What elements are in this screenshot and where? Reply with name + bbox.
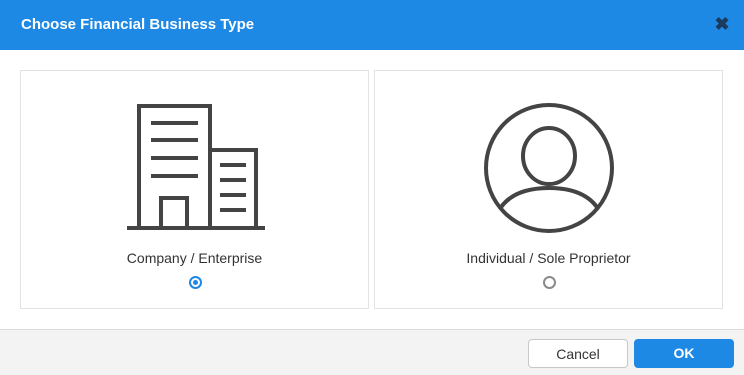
building-icon [127, 104, 265, 230]
individual-radio[interactable] [543, 276, 556, 289]
dialog-footer: Cancel OK [0, 329, 744, 375]
option-label: Company / Enterprise [126, 250, 263, 266]
close-icon[interactable]: ✖ [713, 13, 731, 35]
dialog-header: Choose Financial Business Type ✖ [0, 0, 744, 50]
dialog-title: Choose Financial Business Type [21, 16, 255, 33]
cancel-button[interactable]: Cancel [528, 339, 628, 368]
option-label: Individual / Sole Proprietor [466, 250, 631, 266]
option-individual-sole-proprietor[interactable]: Individual / Sole Proprietor [374, 70, 723, 309]
choose-business-type-dialog: Choose Financial Business Type ✖ Company… [0, 0, 744, 375]
option-company-enterprise[interactable]: Company / Enterprise [20, 70, 369, 309]
ok-button[interactable]: OK [634, 339, 734, 368]
user-avatar-icon [484, 103, 614, 233]
company-radio[interactable] [189, 276, 202, 289]
